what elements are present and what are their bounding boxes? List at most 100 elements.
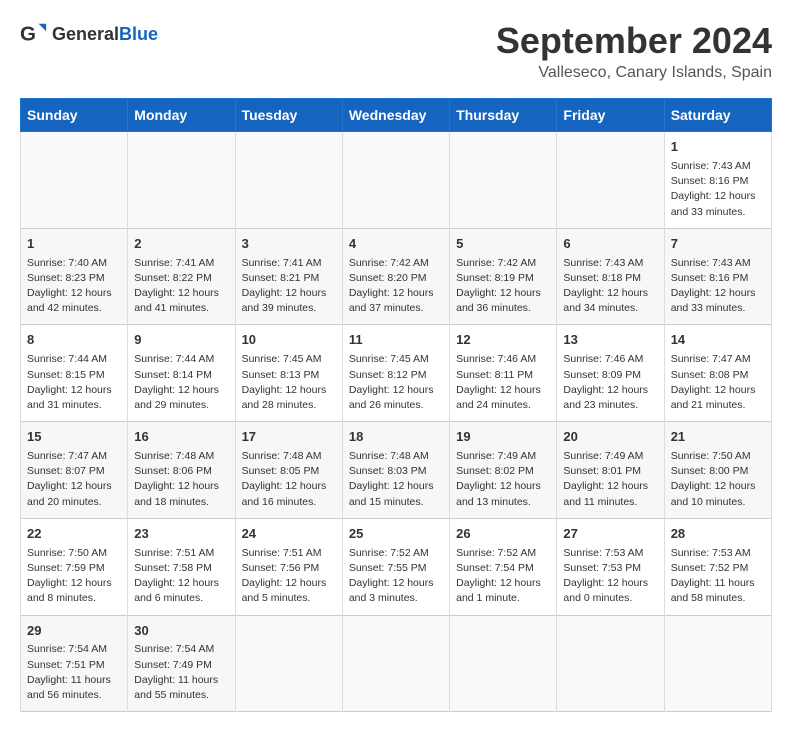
daylight-text: Daylight: 12 hours and 34 minutes. xyxy=(563,287,648,314)
calendar-cell: 27Sunrise: 7:53 AMSunset: 7:53 PMDayligh… xyxy=(557,518,664,615)
day-number: 2 xyxy=(134,235,228,254)
daylight-text: Daylight: 12 hours and 36 minutes. xyxy=(456,287,541,314)
daylight-text: Daylight: 12 hours and 15 minutes. xyxy=(349,480,434,507)
column-header-monday: Monday xyxy=(128,99,235,132)
sunset-text: Sunset: 7:51 PM xyxy=(27,659,105,671)
daylight-text: Daylight: 11 hours and 55 minutes. xyxy=(134,674,218,701)
daylight-text: Daylight: 12 hours and 16 minutes. xyxy=(242,480,327,507)
sunrise-text: Sunrise: 7:42 AM xyxy=(349,257,429,269)
sunset-text: Sunset: 8:08 PM xyxy=(671,369,749,381)
sunset-text: Sunset: 7:58 PM xyxy=(134,562,212,574)
daylight-text: Daylight: 12 hours and 31 minutes. xyxy=(27,384,112,411)
calendar-cell: 6Sunrise: 7:43 AMSunset: 8:18 PMDaylight… xyxy=(557,228,664,325)
sunset-text: Sunset: 8:02 PM xyxy=(456,465,534,477)
sunset-text: Sunset: 8:07 PM xyxy=(27,465,105,477)
calendar-table: SundayMondayTuesdayWednesdayThursdayFrid… xyxy=(20,98,772,712)
calendar-cell xyxy=(664,615,771,712)
sunrise-text: Sunrise: 7:46 AM xyxy=(563,353,643,365)
calendar-cell: 30 Sunrise: 7:54 AM Sunset: 7:49 PM Dayligh… xyxy=(128,615,235,712)
calendar-cell: 25Sunrise: 7:52 AMSunset: 7:55 PMDayligh… xyxy=(342,518,449,615)
day-number: 24 xyxy=(242,525,336,544)
sunset-text: Sunset: 8:13 PM xyxy=(242,369,320,381)
month-title: September 2024 xyxy=(496,20,772,62)
daylight-text: Daylight: 12 hours and 20 minutes. xyxy=(27,480,112,507)
sunrise-text: Sunrise: 7:45 AM xyxy=(349,353,429,365)
day-number: 30 xyxy=(134,622,228,641)
sunrise-text: Sunrise: 7:52 AM xyxy=(349,547,429,559)
calendar-cell: 10Sunrise: 7:45 AMSunset: 8:13 PMDayligh… xyxy=(235,325,342,422)
location-title: Valleseco, Canary Islands, Spain xyxy=(496,64,772,82)
day-number: 23 xyxy=(134,525,228,544)
sunrise-text: Sunrise: 7:48 AM xyxy=(242,450,322,462)
sunrise-text: Sunrise: 7:40 AM xyxy=(27,257,107,269)
sunset-text: Sunset: 8:11 PM xyxy=(456,369,533,381)
day-number: 12 xyxy=(456,331,550,350)
calendar-cell xyxy=(128,132,235,229)
calendar-week-row: 1Sunrise: 7:43 AMSunset: 8:16 PMDaylight… xyxy=(21,132,772,229)
calendar-cell: 7Sunrise: 7:43 AMSunset: 8:16 PMDaylight… xyxy=(664,228,771,325)
column-header-thursday: Thursday xyxy=(450,99,557,132)
sunset-text: Sunset: 7:49 PM xyxy=(134,659,212,671)
day-number: 1 xyxy=(671,138,765,157)
day-number: 8 xyxy=(27,331,121,350)
sunset-text: Sunset: 8:23 PM xyxy=(27,272,105,284)
sunrise-text: Sunrise: 7:43 AM xyxy=(671,160,751,172)
calendar-week-row: 15Sunrise: 7:47 AMSunset: 8:07 PMDayligh… xyxy=(21,422,772,519)
calendar-cell: 12Sunrise: 7:46 AMSunset: 8:11 PMDayligh… xyxy=(450,325,557,422)
daylight-text: Daylight: 12 hours and 3 minutes. xyxy=(349,577,434,604)
calendar-cell: 20Sunrise: 7:49 AMSunset: 8:01 PMDayligh… xyxy=(557,422,664,519)
calendar-cell: 9 Sunrise: 7:44 AM Sunset: 8:14 PM Daylight… xyxy=(128,325,235,422)
sunset-text: Sunset: 8:14 PM xyxy=(134,369,212,381)
calendar-cell: 15Sunrise: 7:47 AMSunset: 8:07 PMDayligh… xyxy=(21,422,128,519)
day-number: 9 xyxy=(134,331,228,350)
day-number: 22 xyxy=(27,525,121,544)
calendar-cell: 2Sunrise: 7:41 AMSunset: 8:22 PMDaylight… xyxy=(128,228,235,325)
sunrise-text: Sunrise: 7:50 AM xyxy=(671,450,751,462)
calendar-cell xyxy=(450,132,557,229)
sunset-text: Sunset: 7:54 PM xyxy=(456,562,534,574)
column-header-friday: Friday xyxy=(557,99,664,132)
sunrise-text: Sunrise: 7:45 AM xyxy=(242,353,322,365)
calendar-cell xyxy=(557,615,664,712)
column-header-tuesday: Tuesday xyxy=(235,99,342,132)
sunset-text: Sunset: 8:15 PM xyxy=(27,369,105,381)
sunset-text: Sunset: 8:16 PM xyxy=(671,272,749,284)
sunrise-text: Sunrise: 7:49 AM xyxy=(456,450,536,462)
sunrise-text: Sunrise: 7:54 AM xyxy=(134,643,214,655)
calendar-cell: 28Sunrise: 7:53 AMSunset: 7:52 PMDayligh… xyxy=(664,518,771,615)
sunset-text: Sunset: 8:03 PM xyxy=(349,465,427,477)
calendar-cell: 1Sunrise: 7:43 AMSunset: 8:16 PMDaylight… xyxy=(664,132,771,229)
calendar-cell: 4Sunrise: 7:42 AMSunset: 8:20 PMDaylight… xyxy=(342,228,449,325)
day-number: 21 xyxy=(671,428,765,447)
daylight-text: Daylight: 12 hours and 13 minutes. xyxy=(456,480,541,507)
day-number: 17 xyxy=(242,428,336,447)
sunset-text: Sunset: 8:16 PM xyxy=(671,175,749,187)
sunset-text: Sunset: 8:21 PM xyxy=(242,272,320,284)
day-number: 3 xyxy=(242,235,336,254)
sunrise-text: Sunrise: 7:49 AM xyxy=(563,450,643,462)
daylight-text: Daylight: 12 hours and 29 minutes. xyxy=(134,384,219,411)
calendar-cell xyxy=(450,615,557,712)
day-number: 5 xyxy=(456,235,550,254)
sunset-text: Sunset: 7:55 PM xyxy=(349,562,427,574)
column-header-sunday: Sunday xyxy=(21,99,128,132)
svg-text:G: G xyxy=(20,23,36,46)
daylight-text: Daylight: 12 hours and 1 minute. xyxy=(456,577,541,604)
day-number: 11 xyxy=(349,331,443,350)
daylight-text: Daylight: 12 hours and 10 minutes. xyxy=(671,480,756,507)
day-number: 19 xyxy=(456,428,550,447)
sunrise-text: Sunrise: 7:41 AM xyxy=(242,257,322,269)
day-number: 28 xyxy=(671,525,765,544)
daylight-text: Daylight: 12 hours and 11 minutes. xyxy=(563,480,648,507)
day-number: 26 xyxy=(456,525,550,544)
sunset-text: Sunset: 8:12 PM xyxy=(349,369,427,381)
calendar-cell xyxy=(235,132,342,229)
sunrise-text: Sunrise: 7:44 AM xyxy=(134,353,214,365)
calendar-cell: 26Sunrise: 7:52 AMSunset: 7:54 PMDayligh… xyxy=(450,518,557,615)
daylight-text: Daylight: 12 hours and 26 minutes. xyxy=(349,384,434,411)
sunrise-text: Sunrise: 7:47 AM xyxy=(27,450,107,462)
sunrise-text: Sunrise: 7:46 AM xyxy=(456,353,536,365)
calendar-cell: 22Sunrise: 7:50 AMSunset: 7:59 PMDayligh… xyxy=(21,518,128,615)
day-number: 10 xyxy=(242,331,336,350)
calendar-week-row: 1Sunrise: 7:40 AMSunset: 8:23 PMDaylight… xyxy=(21,228,772,325)
